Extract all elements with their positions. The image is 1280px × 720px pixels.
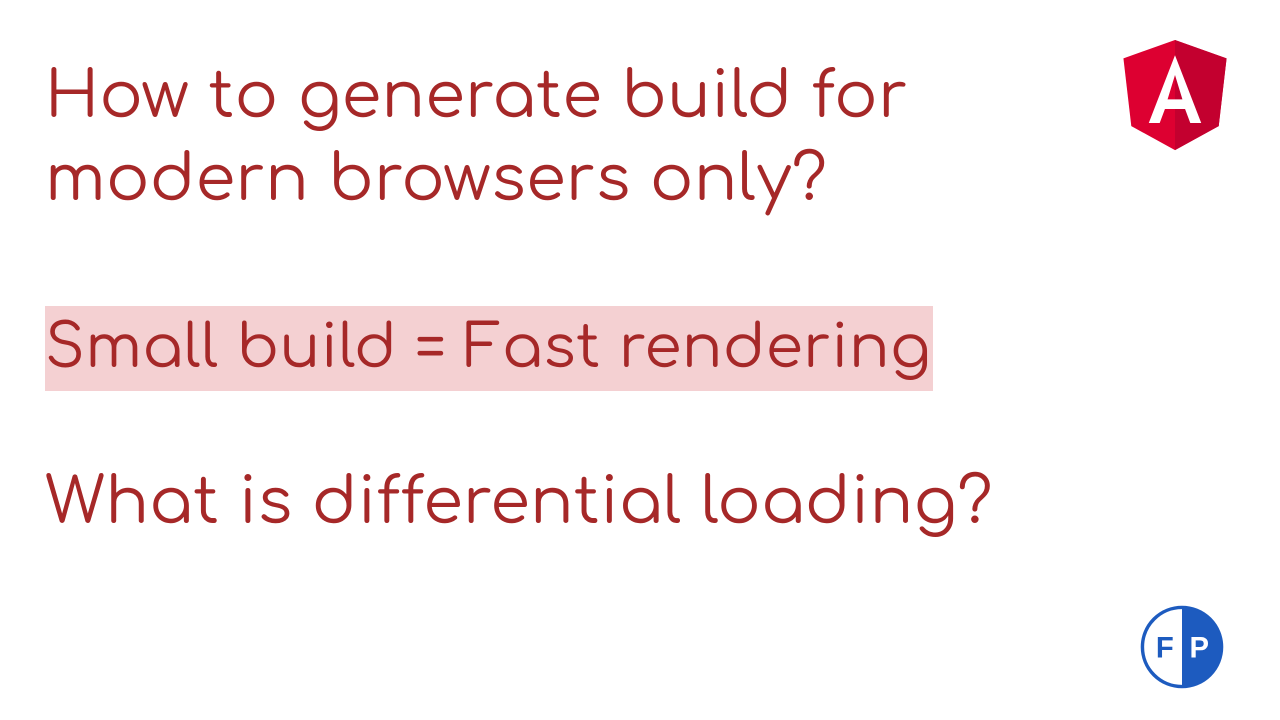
heading-line-1: How to generate build for: [45, 55, 1045, 138]
highlight-text: Small build = Fast rendering: [45, 306, 933, 391]
subheading: What is differential loading?: [45, 461, 1235, 544]
angular-logo-icon: [1120, 40, 1230, 158]
fp-logo-icon: F P: [1139, 604, 1225, 690]
heading-line-2: modern browsers only?: [45, 138, 1045, 221]
slide-content: How to generate build for modern browser…: [0, 0, 1280, 545]
fp-letter-f: F: [1156, 632, 1174, 664]
highlight-block: Small build = Fast rendering: [45, 306, 933, 391]
fp-letter-p: P: [1189, 632, 1209, 664]
